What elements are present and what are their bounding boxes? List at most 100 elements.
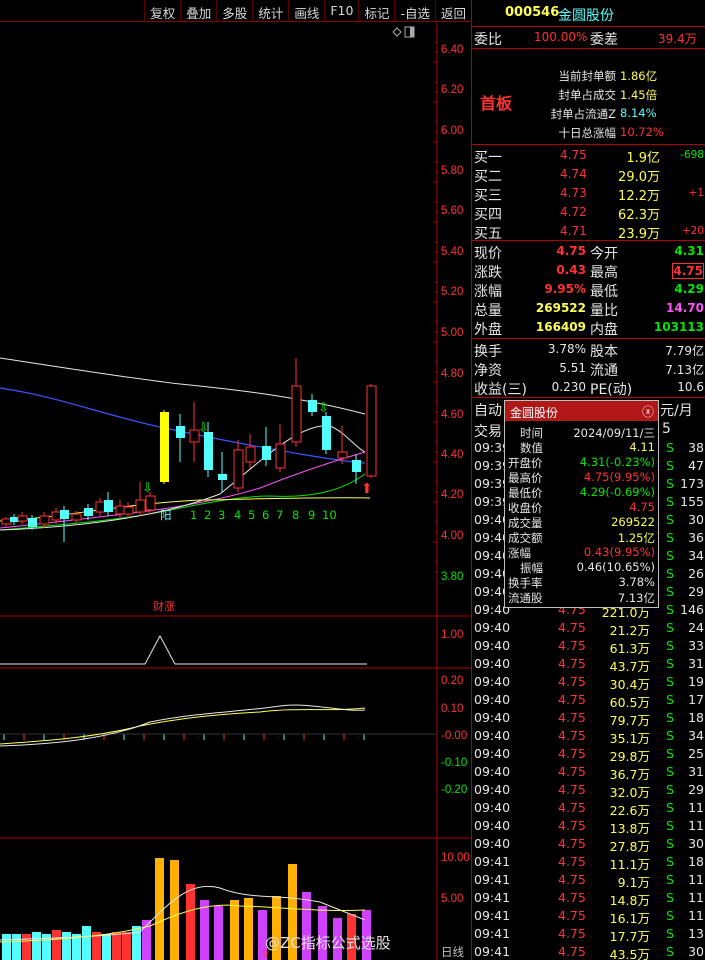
tick-count: 19	[688, 674, 704, 689]
popup-label: 振幅	[520, 561, 543, 575]
toolbar-huaxian[interactable]: 画线	[288, 0, 324, 21]
candle-body	[160, 412, 169, 482]
popup-row: 最高价 4.75(9.95%)	[505, 470, 658, 485]
popup-label: 收盘价	[508, 501, 543, 515]
volume-bar	[244, 898, 253, 960]
popup-value: 0.46(10.65%)	[576, 560, 655, 574]
tick-side: S	[666, 800, 674, 815]
bid-label: 买四	[474, 207, 502, 223]
candle-body	[218, 474, 227, 480]
period-label[interactable]: 日线	[441, 944, 464, 960]
candle-body	[308, 400, 317, 412]
tick-count: 34	[688, 548, 704, 563]
tick-volume: 11.1万	[609, 857, 650, 872]
tick-side: S	[666, 548, 674, 563]
quote-value: 14.70	[666, 301, 704, 315]
seal-stat-value: 8.14%	[620, 106, 657, 120]
tick-time: 09:40	[474, 638, 511, 653]
trade-label[interactable]: 交易	[474, 421, 502, 441]
candle-body	[28, 518, 37, 527]
tick-price: 4.75	[558, 854, 586, 869]
popup-label: 成交量	[508, 516, 543, 530]
toolbar-fanhui[interactable]: 返回	[434, 0, 471, 21]
bid-volume: 29.0万	[618, 170, 660, 185]
tick-side: S	[666, 512, 674, 527]
tick-volume: 60.5万	[609, 695, 650, 710]
popup-value: 1.25亿	[617, 531, 655, 545]
popup-value: 0.43(9.95%)	[583, 545, 655, 559]
tick-volume: 22.6万	[609, 803, 650, 818]
tick-row: 09:40 4.75 43.7万 S 31	[472, 656, 705, 674]
tick-count: 30	[688, 836, 704, 851]
tick-volume: 30.4万	[609, 677, 650, 692]
price-label: 5.00	[441, 327, 464, 339]
candle-body	[204, 432, 213, 470]
popup-label: 涨幅	[508, 546, 531, 560]
volume-bar	[200, 900, 209, 960]
bid-volume: 1.9亿	[626, 151, 660, 166]
toolbar-tongji[interactable]: 统计	[252, 0, 288, 21]
indicator2-label: 0.10	[441, 703, 464, 715]
caizhang-badge: 财涨	[153, 599, 175, 613]
indicator2-label: -0.00	[441, 730, 468, 742]
tick-row: 09:41 4.75 43.5万 S 30	[472, 944, 705, 960]
volume-label: 10.00	[441, 852, 470, 864]
indicator2-yellow	[0, 707, 366, 745]
tick-volume: 43.7万	[609, 659, 650, 674]
quote-row: 现价 4.75 今开 4.31	[472, 243, 705, 262]
tick-side: S	[666, 674, 674, 689]
tick-volume: 27.8万	[609, 839, 650, 854]
quote-value: 9.95%	[544, 282, 586, 296]
tick-side: S	[666, 692, 674, 707]
popup-label: 时间	[520, 426, 543, 440]
watermark-text: @ZC指标公式选股	[265, 934, 391, 952]
tick-count: 18	[688, 710, 704, 725]
toolbar-duogu[interactable]: 多股	[216, 0, 252, 21]
quote-value: 269522	[535, 301, 586, 315]
quote-value: 103113	[653, 320, 704, 334]
kline-chart[interactable]: ⇩ ⇩ ⇩ ⬆ 阳 1 2 3 4 5 6 7 8 9 10 财涨 9 6.40 6.20 6.00…	[0, 22, 471, 960]
fundamental-label: PE(动)	[590, 382, 633, 398]
tick-count: 11	[688, 890, 704, 905]
day-count-label: 阳	[160, 508, 172, 522]
tick-row: 09:40 4.75 79.7万 S 18	[472, 710, 705, 728]
toolbar-fuquan[interactable]: 复权	[144, 0, 180, 21]
tick-volume: 29.8万	[609, 749, 650, 764]
fundamental-value: 0.230	[551, 380, 586, 394]
weibi-label: 委比	[474, 32, 502, 48]
volume-bar	[22, 934, 31, 960]
kline-chart-canvas[interactable]: ⇩ ⇩ ⇩ ⬆ 阳 1 2 3 4 5 6 7 8 9 10 财涨 9	[0, 22, 471, 960]
popup-value: 4.75(9.95%)	[583, 470, 655, 484]
tick-side: S	[666, 782, 674, 797]
toolbar-f10[interactable]: F10	[324, 0, 358, 21]
close-icon[interactable]: ⓧ	[642, 403, 654, 420]
candle-body	[1, 518, 12, 525]
popup-row: 成交量 269522	[505, 515, 658, 530]
tick-volume: 13.8万	[609, 821, 650, 836]
tick-price: 4.75	[558, 782, 586, 797]
bid-price: 4.73	[560, 186, 587, 200]
popup-row: 涨幅 0.43(9.95%)	[505, 545, 658, 560]
fundamental-row: 换手 3.78% 股本 7.79亿	[472, 341, 705, 360]
tick-price: 4.75	[558, 656, 586, 671]
popup-value: 7.13亿	[617, 591, 655, 605]
auto-label[interactable]: 自动	[474, 400, 502, 420]
tick-time: 09:40	[474, 656, 511, 671]
tick-count: 36	[688, 530, 704, 545]
tick-time: 09:40	[474, 674, 511, 689]
auto-suffix: 元/月	[660, 403, 693, 419]
tick-time: 09:40	[474, 620, 511, 635]
quote-label: 总量	[474, 303, 502, 319]
indicator1-label: 1.00	[441, 629, 464, 641]
toolbar-diejia[interactable]: 叠加	[180, 0, 216, 21]
candle-body	[145, 495, 156, 511]
tick-count: 13	[688, 926, 704, 941]
toolbar-zixuan[interactable]: -自选	[394, 0, 435, 21]
toolbar-biaoji[interactable]: 标记	[358, 0, 394, 21]
popup-label: 数值	[520, 441, 543, 455]
tick-volume: 21.2万	[609, 623, 650, 638]
bid-price: 4.72	[560, 205, 587, 219]
tick-row: 09:41 4.75 16.1万 S 11	[472, 908, 705, 926]
quote-value: 4.75	[556, 244, 586, 258]
popup-value: 4.29(-0.69%)	[579, 485, 655, 499]
